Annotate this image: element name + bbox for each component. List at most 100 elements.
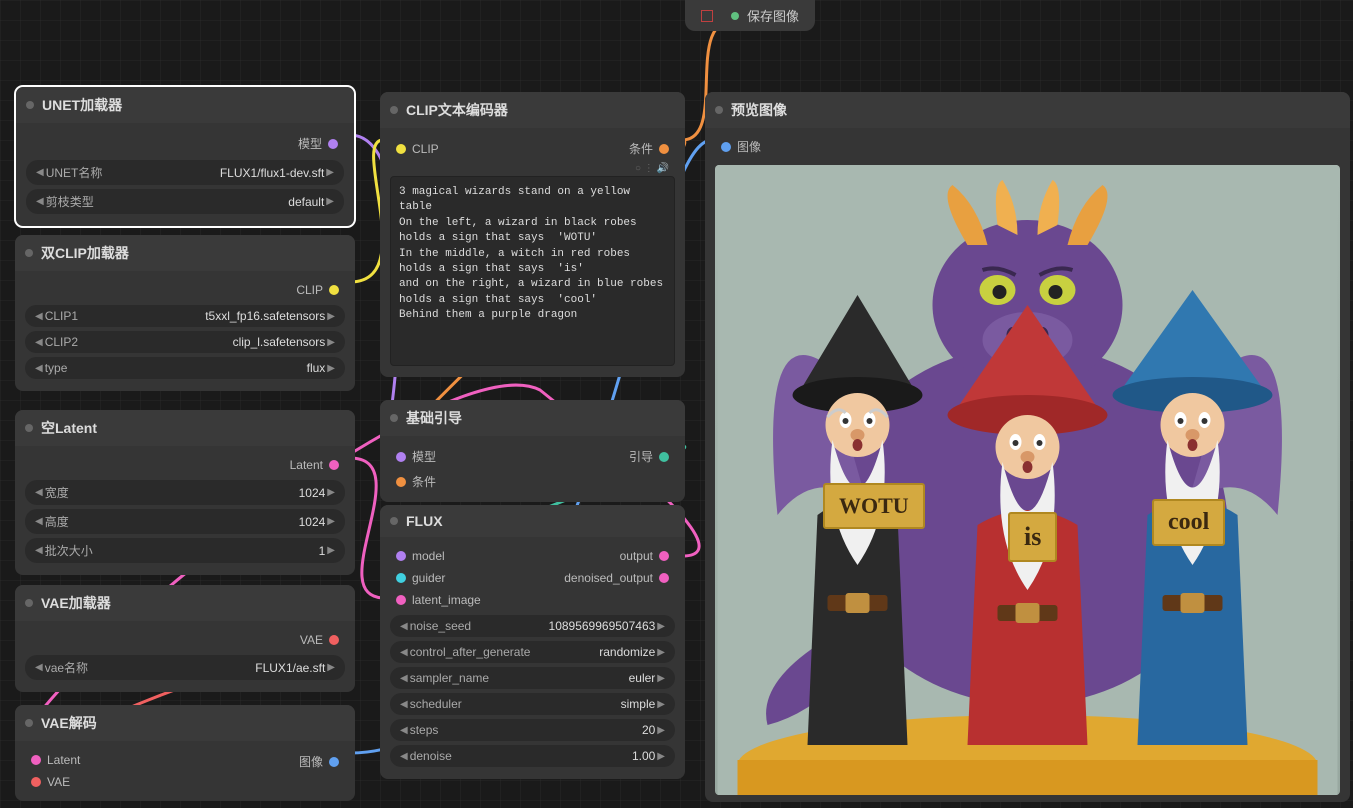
arrow-left-icon[interactable]: ◀ xyxy=(398,673,410,684)
arrow-right-icon[interactable]: ▶ xyxy=(655,621,667,632)
widget-denoise[interactable]: ◀ denoise 1.00 ▶ xyxy=(390,745,675,767)
widget-steps[interactable]: ◀ steps 20 ▶ xyxy=(390,719,675,741)
save-image-label: 保存图像 xyxy=(747,6,799,25)
arrow-left-icon[interactable]: ◀ xyxy=(398,725,410,736)
node-header[interactable]: 双CLIP加载器 xyxy=(15,235,355,271)
port-dot-icon xyxy=(329,757,339,767)
arrow-left-icon[interactable]: ◀ xyxy=(33,337,45,348)
arrow-left-icon[interactable]: ◀ xyxy=(398,621,410,632)
arrow-right-icon[interactable]: ▶ xyxy=(324,167,336,178)
arrow-left-icon[interactable]: ◀ xyxy=(34,167,46,178)
output-port-latent[interactable]: Latent xyxy=(25,454,345,476)
node-unet-loader[interactable]: UNET加载器 模型 ◀ UNET名称 FLUX1/flux1-dev.sft … xyxy=(15,86,355,227)
arrow-right-icon[interactable]: ▶ xyxy=(325,311,337,322)
node-header[interactable]: VAE加载器 xyxy=(15,585,355,621)
prompt-text-input[interactable] xyxy=(390,176,675,366)
widget-clip2[interactable]: ◀ CLIP2 clip_l.safetensors ▶ xyxy=(25,331,345,353)
arrow-left-icon[interactable]: ◀ xyxy=(33,545,45,556)
widget-vae-name[interactable]: ◀ vae名称 FLUX1/ae.sft ▶ xyxy=(25,655,345,680)
node-basic-guidance[interactable]: 基础引导 模型 条件 引导 xyxy=(380,400,685,502)
input-port-model[interactable]: 模型 xyxy=(390,444,436,469)
arrow-left-icon[interactable]: ◀ xyxy=(398,751,410,762)
node-header[interactable]: 预览图像 xyxy=(705,92,1350,128)
widget-noise-seed[interactable]: ◀ noise_seed 1089569969507463 ▶ xyxy=(390,615,675,637)
arrow-left-icon[interactable]: ◀ xyxy=(398,699,410,710)
output-port-guider[interactable]: 引导 xyxy=(629,444,675,469)
widget-control-after-generate[interactable]: ◀ control_after_generate randomize ▶ xyxy=(390,641,675,663)
node-header-dot-icon xyxy=(390,517,398,525)
node-vae-decode[interactable]: VAE解码 Latent VAE 图像 xyxy=(15,705,355,801)
output-port-vae[interactable]: VAE xyxy=(25,629,345,651)
output-port-denoised[interactable]: denoised_output xyxy=(564,567,675,589)
arrow-left-icon[interactable]: ◀ xyxy=(398,647,410,658)
widget-prune-type[interactable]: ◀ 剪枝类型 default ▶ xyxy=(26,189,344,214)
widget-batch-size[interactable]: ◀ 批次大小 1 ▶ xyxy=(25,538,345,563)
widget-unet-name[interactable]: ◀ UNET名称 FLUX1/flux1-dev.sft ▶ xyxy=(26,160,344,185)
node-clip-text-encode[interactable]: CLIP文本编码器 CLIP 条件 ○ ⋮ 🔊 xyxy=(380,92,685,377)
node-preview-image[interactable]: 预览图像 图像 xyxy=(705,92,1350,802)
node-dual-clip-loader[interactable]: 双CLIP加载器 CLIP ◀ CLIP1 t5xxl_fp16.safeten… xyxy=(15,235,355,391)
input-port-guider[interactable]: guider xyxy=(390,567,481,589)
arrow-right-icon[interactable]: ▶ xyxy=(325,545,337,556)
input-port-model[interactable]: model xyxy=(390,545,481,567)
output-port-clip[interactable]: CLIP xyxy=(25,279,345,301)
arrow-right-icon[interactable]: ▶ xyxy=(325,487,337,498)
output-port-image[interactable]: 图像 xyxy=(299,749,345,774)
input-port-latent-image[interactable]: latent_image xyxy=(390,589,481,611)
widget-clip1[interactable]: ◀ CLIP1 t5xxl_fp16.safetensors ▶ xyxy=(25,305,345,327)
input-port-conditioning[interactable]: 条件 xyxy=(390,469,436,494)
widget-type[interactable]: ◀ type flux ▶ xyxy=(25,357,345,379)
node-header-dot-icon xyxy=(26,101,34,109)
node-header[interactable]: UNET加载器 xyxy=(16,87,354,123)
arrow-right-icon[interactable]: ▶ xyxy=(325,662,337,673)
port-dot-icon xyxy=(659,452,669,462)
output-port-conditioning[interactable]: 条件 xyxy=(629,136,675,161)
arrow-right-icon[interactable]: ▶ xyxy=(655,751,667,762)
input-port-image[interactable]: 图像 xyxy=(715,134,1340,159)
node-title: VAE加载器 xyxy=(41,593,111,613)
node-title: 预览图像 xyxy=(731,100,787,120)
widget-sampler-name[interactable]: ◀ sampler_name euler ▶ xyxy=(390,667,675,689)
arrow-left-icon[interactable]: ◀ xyxy=(33,516,45,527)
arrow-left-icon[interactable]: ◀ xyxy=(34,196,46,207)
node-title: 双CLIP加载器 xyxy=(41,243,129,263)
output-port-output[interactable]: output xyxy=(564,545,675,567)
widget-width[interactable]: ◀ 宽度 1024 ▶ xyxy=(25,480,345,505)
sign-is: is xyxy=(1008,512,1057,562)
arrow-right-icon[interactable]: ▶ xyxy=(325,516,337,527)
arrow-left-icon[interactable]: ◀ xyxy=(33,487,45,498)
input-port-clip[interactable]: CLIP xyxy=(390,136,439,161)
output-port-model[interactable]: 模型 xyxy=(26,131,344,156)
port-dot-icon xyxy=(396,452,406,462)
node-header[interactable]: 空Latent xyxy=(15,410,355,446)
input-port-vae[interactable]: VAE xyxy=(25,771,80,793)
node-header-dot-icon xyxy=(25,249,33,257)
arrow-right-icon[interactable]: ▶ xyxy=(325,363,337,374)
node-title: FLUX xyxy=(406,513,443,529)
node-header[interactable]: FLUX xyxy=(380,505,685,537)
arrow-right-icon[interactable]: ▶ xyxy=(655,647,667,658)
arrow-left-icon[interactable]: ◀ xyxy=(33,311,45,322)
arrow-right-icon[interactable]: ▶ xyxy=(324,196,336,207)
arrow-right-icon[interactable]: ▶ xyxy=(655,673,667,684)
arrow-right-icon[interactable]: ▶ xyxy=(325,337,337,348)
node-empty-latent[interactable]: 空Latent Latent ◀ 宽度 1024 ▶ ◀ 高度 1024 ▶ ◀… xyxy=(15,410,355,575)
node-header[interactable]: VAE解码 xyxy=(15,705,355,741)
arrow-left-icon[interactable]: ◀ xyxy=(33,363,45,374)
node-title: 基础引导 xyxy=(406,408,462,428)
node-flux-sampler[interactable]: FLUX model guider latent_image o xyxy=(380,505,685,779)
node-header[interactable]: CLIP文本编码器 xyxy=(380,92,685,128)
node-header-dot-icon xyxy=(390,414,398,422)
node-header[interactable]: 基础引导 xyxy=(380,400,685,436)
node-vae-loader[interactable]: VAE加载器 VAE ◀ vae名称 FLUX1/ae.sft ▶ xyxy=(15,585,355,692)
arrow-left-icon[interactable]: ◀ xyxy=(33,662,45,673)
arrow-right-icon[interactable]: ▶ xyxy=(655,699,667,710)
widget-height[interactable]: ◀ 高度 1024 ▶ xyxy=(25,509,345,534)
port-dot-icon xyxy=(329,460,339,470)
arrow-right-icon[interactable]: ▶ xyxy=(655,725,667,736)
save-image-widget[interactable]: 保存图像 xyxy=(685,0,815,31)
widget-scheduler[interactable]: ◀ scheduler simple ▶ xyxy=(390,693,675,715)
input-port-latent[interactable]: Latent xyxy=(25,749,80,771)
node-header-dot-icon xyxy=(25,424,33,432)
port-dot-icon xyxy=(31,777,41,787)
